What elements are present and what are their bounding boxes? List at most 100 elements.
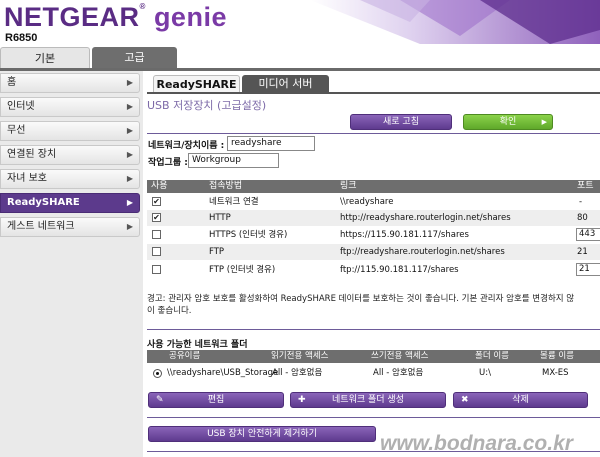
sidebar-item-guest-network[interactable]: 게스트 네트워크 ▶ bbox=[0, 217, 140, 237]
product-name: genie bbox=[153, 2, 227, 32]
chevron-right-icon: ▶ bbox=[126, 198, 133, 207]
tab-readyshare[interactable]: ReadySHARE bbox=[153, 75, 240, 93]
chevron-right-icon: ▶ bbox=[126, 222, 133, 231]
refresh-button[interactable]: 새로 고침 bbox=[350, 114, 452, 130]
table-row: HTTPS (인터넷 경유) https://115.90.181.117/sh… bbox=[147, 227, 600, 243]
access-link: ftp://readyshare.routerlogin.net/shares bbox=[340, 247, 505, 257]
access-link: http://readyshare.routerlogin.net/shares bbox=[340, 213, 511, 223]
access-method: HTTP bbox=[209, 213, 231, 223]
write-access: All - 암호없음 bbox=[373, 368, 424, 378]
folders-table-header: 공유이름 읽기전용 액세스 쓰기전용 액세스 폴더 이름 볼륨 이름 bbox=[147, 350, 600, 363]
trademark-mark: ® bbox=[139, 2, 146, 11]
folders-title: 사용 가능한 네트워크 폴더 bbox=[147, 340, 248, 350]
enable-checkbox[interactable] bbox=[152, 247, 161, 256]
chevron-right-icon: ▶ bbox=[126, 150, 133, 159]
apply-button-label: 확인 bbox=[499, 117, 517, 127]
table-row[interactable]: \\readyshare\USB_Storage All - 암호없음 All … bbox=[147, 365, 600, 382]
sidebar-item-label: 인터넷 bbox=[7, 101, 35, 112]
col-volume-name: 볼륨 이름 bbox=[540, 351, 574, 361]
create-network-folder-button[interactable]: ✚ 네트워크 폴더 생성 bbox=[290, 392, 446, 408]
access-port: 21 bbox=[577, 247, 588, 257]
sidebar-item-readyshare[interactable]: ReadySHARE ▶ bbox=[0, 193, 140, 213]
col-write-access: 쓰기전용 액세스 bbox=[371, 351, 429, 361]
main-content: ReadySHARE 미디어 서버 USB 저장장치 (고급설정) 새로 고침 … bbox=[143, 71, 600, 457]
access-method: FTP bbox=[209, 247, 225, 257]
table-row: ✔ 네트워크 연결 \\readyshare - bbox=[147, 194, 600, 210]
col-enable: 사용 bbox=[151, 181, 168, 191]
enable-checkbox[interactable]: ✔ bbox=[152, 213, 161, 222]
sidebar: 홈 ▶ 인터넷 ▶ 무선 ▶ 연결된 장치 ▶ 자녀 보호 ▶ ReadySHARE ▶ 게… bbox=[0, 71, 143, 457]
read-access: All - 암호없음 bbox=[272, 368, 323, 378]
enable-checkbox[interactable]: ✔ bbox=[152, 197, 161, 206]
chevron-right-icon: ▶ bbox=[541, 118, 547, 126]
sidebar-item-label: ReadySHARE bbox=[7, 197, 80, 208]
sidebar-item-attached-devices[interactable]: 연결된 장치 ▶ bbox=[0, 145, 140, 165]
volume-name: MX-ES bbox=[542, 368, 569, 378]
access-table-header: 사용 접속방법 링크 포트 bbox=[147, 180, 600, 193]
share-name: \\readyshare\USB_Storage bbox=[167, 368, 279, 378]
sidebar-item-label: 홈 bbox=[7, 77, 17, 88]
col-folder-name: 폴더 이름 bbox=[475, 351, 509, 361]
col-port: 포트 bbox=[577, 181, 594, 191]
access-method: FTP (인터넷 경유) bbox=[209, 265, 276, 275]
access-link: ftp://115.90.181.117/shares bbox=[340, 265, 459, 275]
warning-line-2: 이 좋습니다. bbox=[147, 306, 192, 316]
plus-icon: ✚ bbox=[298, 395, 306, 405]
device-name-label: 네트워크/장치이름 : bbox=[148, 141, 225, 151]
apply-button[interactable]: 확인 ▶ bbox=[463, 114, 553, 130]
tab-advanced[interactable]: 고급 bbox=[92, 47, 177, 69]
chevron-right-icon: ▶ bbox=[126, 102, 133, 111]
sidebar-item-home[interactable]: 홈 ▶ bbox=[0, 73, 140, 93]
access-port: 80 bbox=[577, 213, 588, 223]
table-row: FTP (인터넷 경유) ftp://115.90.181.117/shares… bbox=[147, 262, 600, 278]
section-divider bbox=[147, 417, 600, 418]
router-model: R6850 bbox=[5, 32, 38, 44]
col-method: 접속방법 bbox=[209, 181, 243, 191]
edit-button[interactable]: ✎ 편집 bbox=[148, 392, 284, 408]
sidebar-item-label: 연결된 장치 bbox=[7, 149, 57, 160]
access-link: \\readyshare bbox=[340, 197, 394, 207]
device-name-input[interactable]: readyshare bbox=[227, 136, 315, 151]
table-row: FTP ftp://readyshare.routerlogin.net/sha… bbox=[147, 244, 600, 260]
create-folder-button-label: 네트워크 폴더 생성 bbox=[332, 395, 404, 405]
table-row: ✔ HTTP http://readyshare.routerlogin.net… bbox=[147, 210, 600, 226]
section-divider bbox=[147, 329, 600, 330]
access-link: https://115.90.181.117/shares bbox=[340, 230, 469, 240]
access-port: - bbox=[579, 197, 583, 207]
sidebar-item-parental-controls[interactable]: 자녀 보호 ▶ bbox=[0, 169, 140, 189]
sidebar-item-internet[interactable]: 인터넷 ▶ bbox=[0, 97, 140, 117]
https-port-input[interactable]: 443 bbox=[576, 228, 600, 241]
access-method: 네트워크 연결 bbox=[209, 197, 259, 207]
netgear-genie-logo: NETGEAR® genie bbox=[4, 2, 227, 33]
enable-checkbox[interactable] bbox=[152, 230, 161, 239]
col-link: 링크 bbox=[340, 181, 357, 191]
brand-name: NETGEAR bbox=[4, 2, 140, 32]
edit-button-label: 편집 bbox=[207, 395, 225, 405]
chevron-right-icon: ▶ bbox=[126, 126, 133, 135]
delete-button-label: 삭제 bbox=[512, 395, 529, 405]
security-warning: 경고: 관리자 암호 보호를 활성화하여 ReadySHARE 데이터를 보호하… bbox=[147, 293, 600, 317]
header: NETGEAR® genie R6850 bbox=[0, 0, 600, 70]
pencil-icon: ✎ bbox=[156, 395, 164, 405]
warning-line-1: 경고: 관리자 암호 보호를 활성화하여 ReadySHARE 데이터를 보호하… bbox=[147, 294, 575, 304]
sidebar-item-label: 무선 bbox=[7, 125, 26, 136]
sidebar-item-label: 자녀 보호 bbox=[7, 173, 47, 184]
sidebar-item-label: 게스트 네트워크 bbox=[7, 221, 75, 232]
workgroup-label: 작업그룹 : bbox=[148, 158, 188, 168]
workgroup-input[interactable]: Workgroup bbox=[188, 153, 279, 168]
folder-name: U:\ bbox=[479, 368, 491, 378]
page-title: USB 저장장치 (고급설정) bbox=[147, 99, 267, 112]
tab-basic[interactable]: 기본 bbox=[0, 47, 90, 69]
chevron-right-icon: ▶ bbox=[126, 174, 133, 183]
delete-button[interactable]: ✖ 삭제 bbox=[453, 392, 588, 408]
enable-checkbox[interactable] bbox=[152, 265, 161, 274]
ftp-internet-port-input[interactable]: 21 bbox=[576, 263, 600, 276]
watermark: www.bodnara.co.kr bbox=[380, 432, 573, 455]
sidebar-item-wireless[interactable]: 무선 ▶ bbox=[0, 121, 140, 141]
col-share-name: 공유이름 bbox=[169, 351, 201, 361]
access-method: HTTPS (인터넷 경유) bbox=[209, 230, 288, 240]
safely-remove-usb-button[interactable]: USB 장치 안전하게 제거하기 bbox=[148, 426, 376, 442]
subtab-divider bbox=[147, 92, 600, 94]
tab-media-server[interactable]: 미디어 서버 bbox=[242, 75, 329, 93]
folder-radio[interactable] bbox=[153, 369, 162, 378]
